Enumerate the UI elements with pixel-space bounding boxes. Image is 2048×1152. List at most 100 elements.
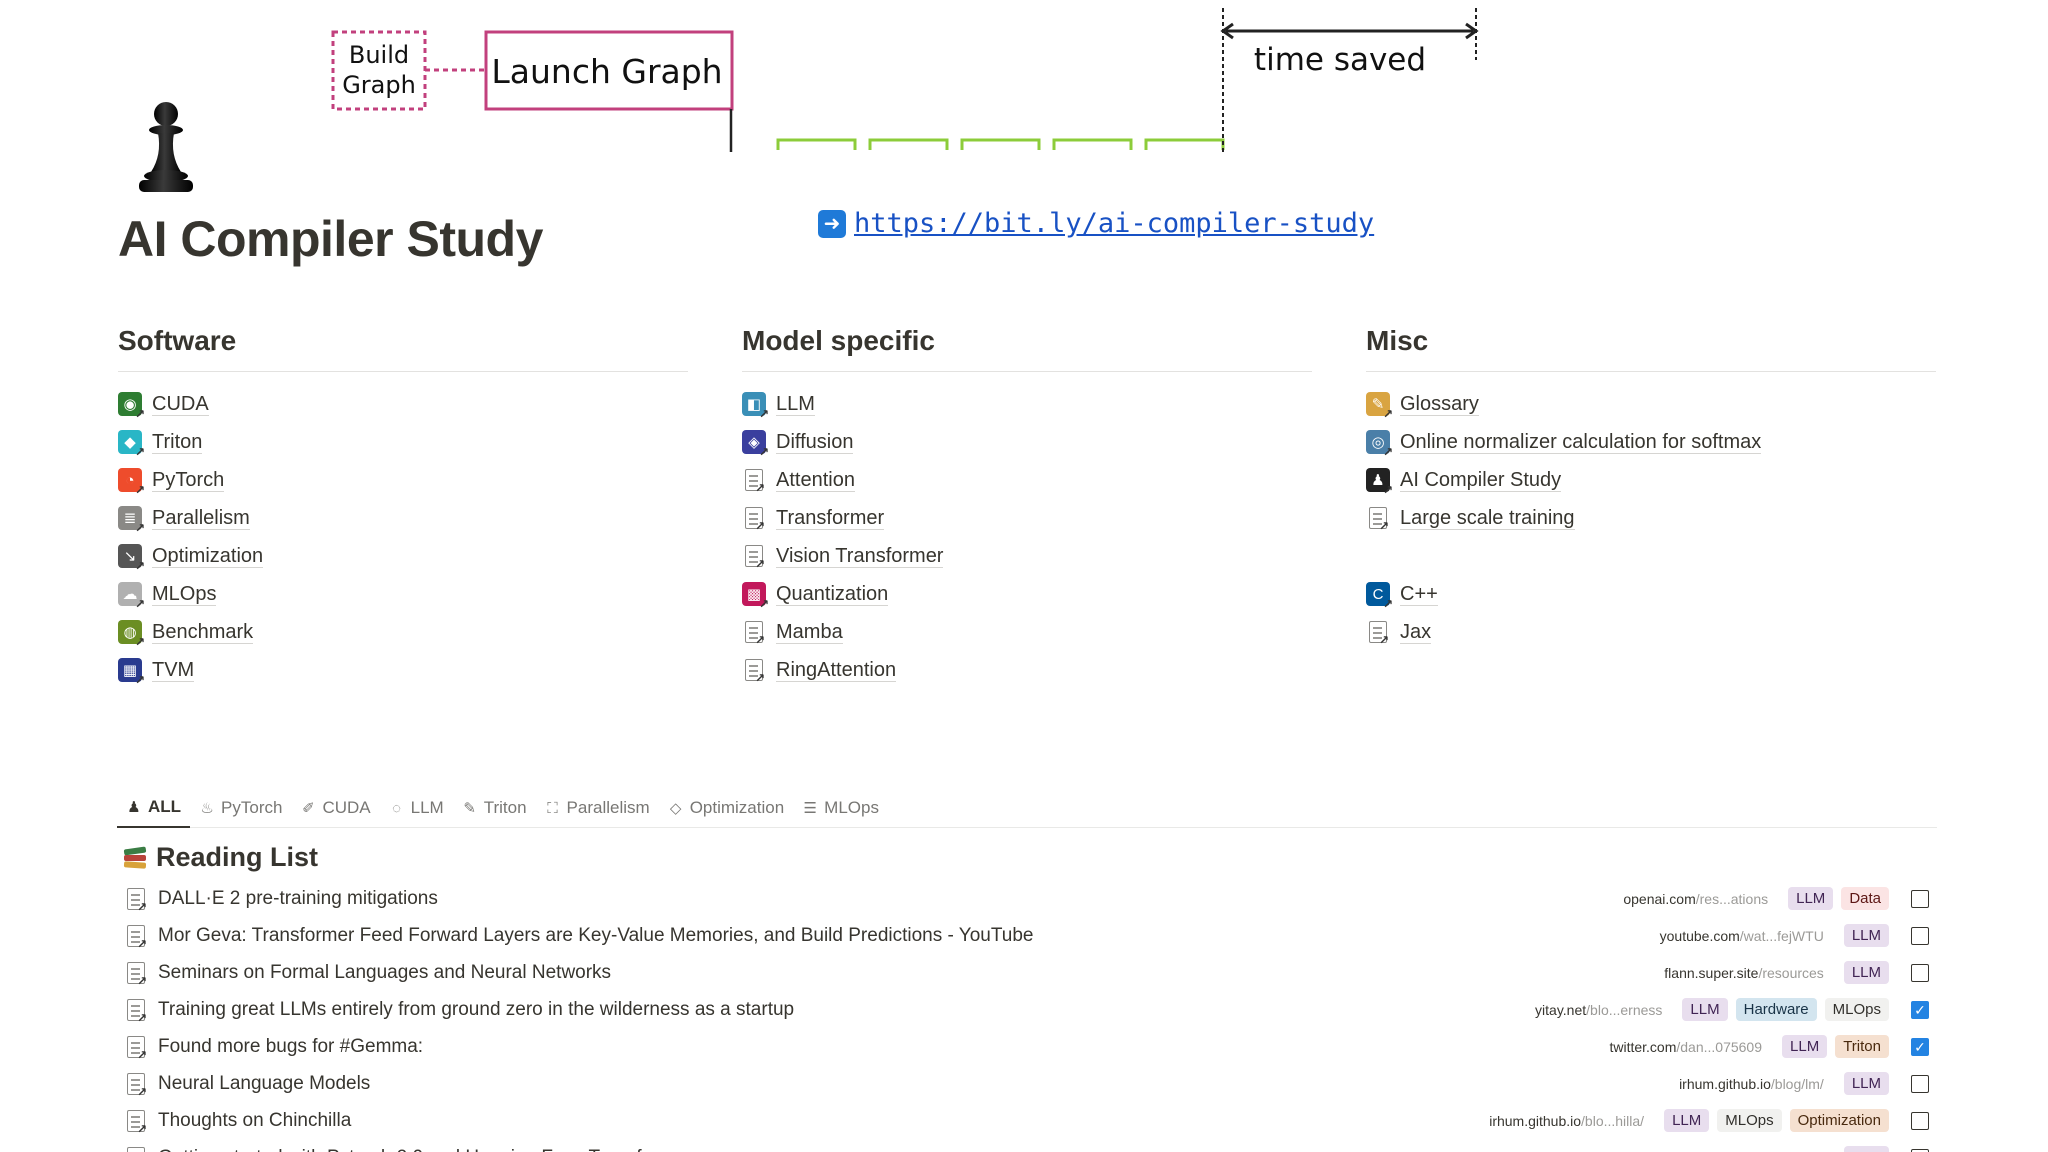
page-link-label[interactable]: AI Compiler Study	[1400, 469, 1562, 492]
cover-link[interactable]: ➜ https://bit.ly/ai-compiler-study	[818, 208, 1374, 239]
page-link-label[interactable]: Diffusion	[776, 431, 854, 454]
url-domain: flann.super.site	[1664, 964, 1759, 981]
tab-all[interactable]: ♟ ALL	[117, 788, 191, 828]
tab-mlops[interactable]: ☰ MLOps	[793, 788, 888, 828]
reading-list-table: DALL·E 2 pre-training mitigations openai.…	[117, 880, 1937, 1152]
row-title[interactable]: Found more bugs for #Gemma:	[158, 1036, 423, 1058]
tag-badge: LLM	[1843, 961, 1889, 984]
row-url[interactable]: youtube.com/wat...fejWTU	[1660, 928, 1824, 944]
page-link-attention[interactable]: Attention	[742, 461, 1312, 499]
row-url[interactable]: irhum.github.io/blog/lm/	[1679, 1076, 1824, 1092]
page-link-optimization[interactable]: ↘ Optimization	[118, 537, 688, 575]
page-link-label[interactable]: Vision Transformer	[776, 545, 944, 568]
page-link-tvm[interactable]: ▦ TVM	[118, 651, 688, 689]
link-list: ◉ CUDA ◆ Triton ◔ PyTorch ≣ Parallelism ↘ Optimiz…	[118, 385, 688, 689]
reading-list-title[interactable]: Reading List	[156, 842, 318, 873]
row-url[interactable]: twitter.com/dan...075609	[1609, 1039, 1762, 1055]
cloud-icon: ☁	[118, 582, 145, 611]
page-link-ringattention[interactable]: RingAttention	[742, 651, 1312, 689]
read-checkbox[interactable]	[1911, 1111, 1929, 1130]
table-row[interactable]: Found more bugs for #Gemma: twitter.com/d…	[117, 1028, 1937, 1065]
row-url[interactable]: openai.com/res...ations	[1623, 891, 1768, 907]
page-link-label[interactable]: Jax	[1400, 621, 1432, 644]
time-saved-label: time saved	[1253, 42, 1427, 78]
tab-parallelism[interactable]: ⛶ Parallelism	[536, 788, 659, 828]
page-link-label[interactable]: Optimization	[152, 545, 264, 568]
page-link-benchmark[interactable]: ◍ Benchmark	[118, 613, 688, 651]
read-checkbox[interactable]	[1911, 1000, 1929, 1019]
page-link-label[interactable]: Online normalizer calculation for softma…	[1400, 431, 1762, 454]
table-row[interactable]: Neural Language Models irhum.github.io/bl…	[117, 1065, 1937, 1102]
table-row[interactable]: Training great LLMs entirely from ground…	[117, 991, 1937, 1028]
chess-pawn-icon[interactable]	[131, 100, 201, 195]
page-link-label[interactable]: C++	[1400, 583, 1438, 606]
page-link-label[interactable]: MLOps	[152, 583, 217, 606]
document-icon	[127, 924, 147, 951]
page-link-mlops[interactable]: ☁ MLOps	[118, 575, 688, 613]
page-link-c[interactable]: C C++	[1366, 575, 1936, 613]
row-title[interactable]: Getting started with Pytorch 2.0 and Hug…	[158, 1147, 701, 1152]
page-link-diffusion[interactable]: ◈ Diffusion	[742, 423, 1312, 461]
tab-pytorch[interactable]: ♨ PyTorch	[190, 788, 291, 828]
tag-badge: LLM	[1664, 1109, 1710, 1132]
page-link-cuda[interactable]: ◉ CUDA	[118, 385, 688, 423]
cover-link-text[interactable]: https://bit.ly/ai-compiler-study	[854, 208, 1374, 239]
table-row[interactable]: Mor Geva: Transformer Feed Forward Layer…	[117, 917, 1937, 954]
page-link-label[interactable]: Mamba	[776, 621, 843, 644]
page-title: AI Compiler Study	[118, 211, 543, 267]
tab-label: LLM	[410, 798, 444, 817]
link-list: ✎ Glossary ◎ Online normalizer calculation …	[1366, 385, 1936, 651]
page-link-label[interactable]: RingAttention	[776, 659, 897, 682]
table-row[interactable]: Getting started with Pytorch 2.0 and Hug…	[117, 1139, 1937, 1152]
row-url[interactable]: flann.super.site/resources	[1664, 965, 1824, 981]
table-row[interactable]: Thoughts on Chinchilla irhum.github.io/bl…	[117, 1102, 1937, 1139]
row-url[interactable]: yitay.net/blo...erness	[1535, 1002, 1662, 1018]
read-checkbox[interactable]	[1911, 1037, 1929, 1056]
page-link-quantization[interactable]: ▩ Quantization	[742, 575, 1312, 613]
page-link-transformer[interactable]: Transformer	[742, 499, 1312, 537]
page-link-label[interactable]: Benchmark	[152, 621, 254, 644]
page-link-label[interactable]: CUDA	[152, 393, 209, 416]
read-checkbox[interactable]	[1911, 1074, 1929, 1093]
tab-optimization[interactable]: ◇ Optimization	[659, 788, 793, 828]
page-link-pytorch[interactable]: ◔ PyTorch	[118, 461, 688, 499]
tab-cuda[interactable]: ✐ CUDA	[291, 788, 379, 828]
page-link-label[interactable]: Parallelism	[152, 507, 250, 530]
page-link-large-scale-training[interactable]: Large scale training	[1366, 499, 1936, 537]
page-link-parallelism[interactable]: ≣ Parallelism	[118, 499, 688, 537]
page-link-triton[interactable]: ◆ Triton	[118, 423, 688, 461]
page-link-llm[interactable]: ◧ LLM	[742, 385, 1312, 423]
tab-llm[interactable]: ◌ LLM	[380, 788, 453, 828]
table-row[interactable]: Seminars on Formal Languages and Neural …	[117, 954, 1937, 991]
page-link-label[interactable]: Triton	[152, 431, 203, 454]
table-row[interactable]: DALL·E 2 pre-training mitigations openai.…	[117, 880, 1937, 917]
page-link-vision-transformer[interactable]: Vision Transformer	[742, 537, 1312, 575]
page-link-ai-compiler-study[interactable]: ♟ AI Compiler Study	[1366, 461, 1936, 499]
row-title[interactable]: DALL·E 2 pre-training mitigations	[158, 888, 438, 910]
page-link-glossary[interactable]: ✎ Glossary	[1366, 385, 1936, 423]
page-link-label[interactable]: Transformer	[776, 507, 885, 530]
page-link-label[interactable]: Glossary	[1400, 393, 1479, 416]
read-checkbox[interactable]	[1911, 926, 1929, 945]
page-link-label[interactable]: PyTorch	[152, 469, 225, 492]
page-link-label[interactable]: Large scale training	[1400, 507, 1575, 530]
read-checkbox[interactable]	[1911, 1148, 1929, 1152]
page-link-label[interactable]: Quantization	[776, 583, 889, 606]
row-url[interactable]: irhum.github.io/blo...hilla/	[1489, 1113, 1644, 1129]
row-title[interactable]: Seminars on Formal Languages and Neural …	[158, 962, 611, 984]
row-title[interactable]: Thoughts on Chinchilla	[158, 1110, 351, 1132]
row-title[interactable]: Neural Language Models	[158, 1073, 370, 1095]
read-checkbox[interactable]	[1911, 889, 1929, 908]
read-checkbox[interactable]	[1911, 963, 1929, 982]
page-link-label[interactable]: LLM	[776, 393, 815, 416]
page-link-mamba[interactable]: Mamba	[742, 613, 1312, 651]
page-link-online-normalizer-calculation-for-softmax[interactable]: ◎ Online normalizer calculation for softm…	[1366, 423, 1936, 461]
page-link-jax[interactable]: Jax	[1366, 613, 1936, 651]
tab-label: Triton	[483, 798, 527, 817]
url-path: /dan...075609	[1676, 1038, 1763, 1055]
row-title[interactable]: Training great LLMs entirely from ground…	[158, 999, 794, 1021]
page-link-label[interactable]: Attention	[776, 469, 855, 492]
tab-triton[interactable]: ✎ Triton	[453, 788, 536, 828]
row-title[interactable]: Mor Geva: Transformer Feed Forward Layer…	[158, 925, 1033, 947]
page-link-label[interactable]: TVM	[152, 659, 195, 682]
